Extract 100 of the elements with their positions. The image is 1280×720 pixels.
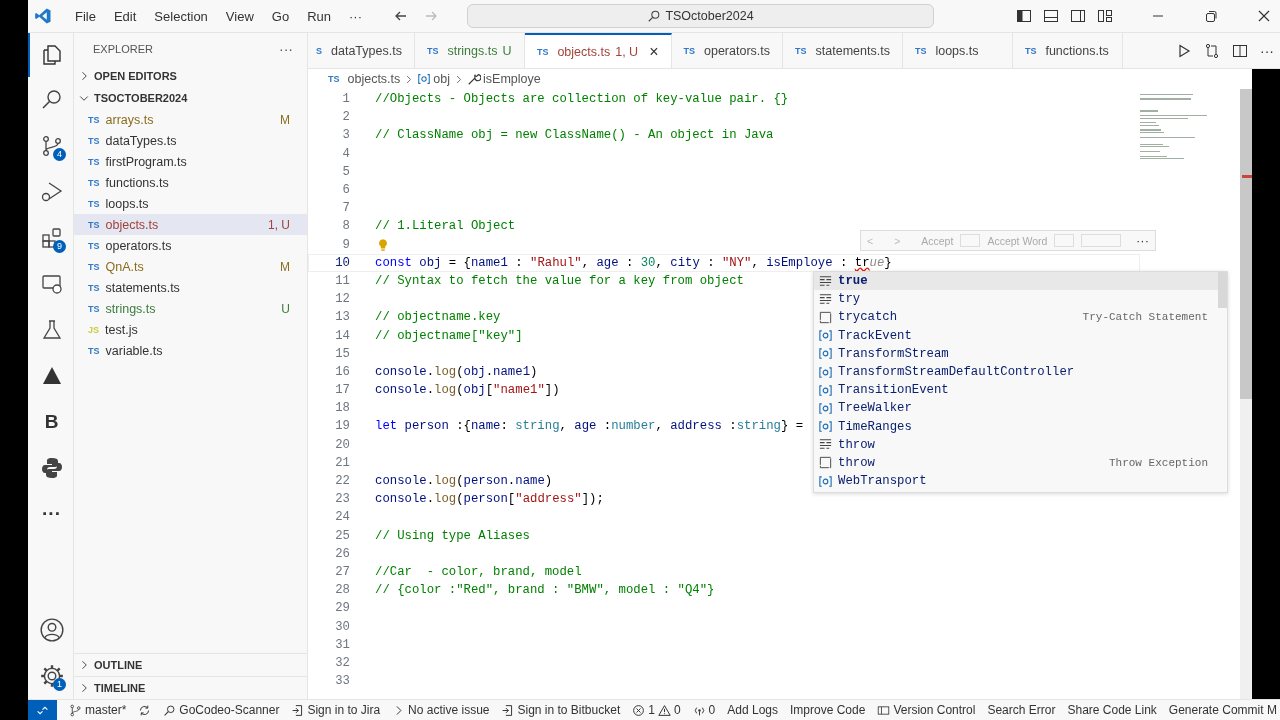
line-number: 22 <box>334 474 350 489</box>
breadcrumb-item[interactable]: TS objects.ts <box>328 72 401 86</box>
more-icon[interactable]: ··· <box>42 503 61 525</box>
section-header[interactable]: TSOCTOBER2024 <box>74 87 307 109</box>
scrollbar[interactable] <box>1240 89 1252 699</box>
editor-tab[interactable]: TS functions.ts <box>1012 33 1123 68</box>
status-item[interactable]: master* <box>63 703 133 717</box>
line-number: 33 <box>334 674 350 689</box>
editor-tab[interactable]: S dataTypes.ts <box>308 33 415 68</box>
variable-icon <box>818 473 833 489</box>
sync-icon[interactable] <box>138 703 152 717</box>
bitbucket-letter-icon[interactable]: B <box>44 411 59 433</box>
editor-tab[interactable]: TS loops.ts <box>902 33 1013 68</box>
status-item[interactable]: Sign in to Jira <box>285 703 387 717</box>
line-number: 6 <box>341 183 350 198</box>
command-search-field[interactable]: TSOctober2024 <box>467 4 934 28</box>
status-item[interactable]: GoCodeo-Scanner <box>157 703 286 717</box>
remote-button[interactable] <box>28 700 57 720</box>
menu-item[interactable]: Selection <box>145 8 217 24</box>
editor-tab[interactable]: TS objects.ts 1, U × <box>524 33 672 68</box>
settings-icon[interactable] <box>38 663 65 689</box>
search-icon <box>647 9 662 23</box>
layout-grid-icon[interactable] <box>1097 8 1113 24</box>
suggestion-item[interactable]: TransitionEvent <box>814 381 1218 400</box>
remote-explorer-icon[interactable] <box>39 272 64 296</box>
suggestion-item[interactable]: TrackEvent <box>814 326 1218 345</box>
restore-icon[interactable] <box>1203 8 1219 24</box>
more-actions-button[interactable]: ··· <box>1260 42 1274 59</box>
run-icon[interactable] <box>1176 42 1192 59</box>
explorer-entry[interactable]: TS loops.ts <box>74 193 307 214</box>
menu-item[interactable]: View <box>216 8 263 24</box>
scrollbar-thumb[interactable] <box>1218 272 1227 308</box>
account-icon[interactable] <box>38 617 65 643</box>
explorer-entry[interactable]: TS QnA.ts M <box>74 256 307 277</box>
explorer-entry[interactable]: TS strings.ts U <box>74 298 307 319</box>
status-item[interactable]: Sign in to Bitbucket <box>495 703 627 717</box>
explorer-entry[interactable]: TS dataTypes.ts <box>74 130 307 151</box>
line-number: 31 <box>334 637 350 652</box>
panel-toggle-icon[interactable] <box>1043 8 1059 24</box>
explorer-entry[interactable]: TS functions.ts <box>74 172 307 193</box>
suggestion-item[interactable]: try <box>814 290 1218 309</box>
menu-item[interactable]: Edit <box>104 8 146 24</box>
suggestion-item[interactable]: TransformStreamDefaultController <box>814 362 1218 382</box>
status-item[interactable]: Improve Code <box>784 703 872 717</box>
compare-changes-icon[interactable] <box>1204 42 1220 59</box>
snippet-icon <box>818 455 833 471</box>
status-item[interactable]: Version Control <box>871 703 982 717</box>
variable-icon <box>818 382 833 398</box>
explorer-entry[interactable]: TS statements.ts <box>74 277 307 298</box>
editor-tab[interactable]: TS statements.ts <box>783 33 903 68</box>
explorer-entry[interactable]: TS operators.ts <box>74 235 307 256</box>
breadcrumb-item[interactable]: obj <box>417 72 450 86</box>
suggestion-item[interactable]: TransformStream <box>814 344 1218 363</box>
suggestion-item[interactable]: throw <box>814 435 1218 454</box>
editor-tab[interactable]: TS strings.ts U <box>414 33 525 68</box>
menu-item[interactable]: File <box>66 8 105 24</box>
breadcrumb-item[interactable]: isEmploye <box>467 72 541 86</box>
status-item[interactable]: Add Logs <box>721 703 784 717</box>
close-icon[interactable] <box>1256 8 1272 24</box>
variable-icon <box>417 72 432 86</box>
problems-status[interactable]: 1 0 <box>626 703 687 717</box>
line-number: 4 <box>341 146 350 161</box>
explorer-entry[interactable]: TS firstProgram.ts <box>74 151 307 172</box>
menu-item[interactable]: Run <box>298 8 340 24</box>
explorer-entry[interactable]: JS test.js <box>74 319 307 340</box>
suggestion-item[interactable]: TimeRanges <box>814 417 1218 436</box>
suggestion-item[interactable]: true <box>814 272 1218 291</box>
status-item[interactable]: 0 <box>686 703 722 717</box>
explorer-entry[interactable]: TS arrays.ts M <box>74 109 307 130</box>
status-item[interactable]: Generate Commit M <box>1162 703 1280 717</box>
suggestion-item[interactable]: throw Throw Exception <box>814 453 1218 473</box>
keyword-icon <box>818 291 833 307</box>
menu-item[interactable]: Go <box>262 8 299 24</box>
run-debug-icon[interactable] <box>39 180 64 204</box>
more-actions-button[interactable]: ··· <box>279 41 293 57</box>
line-number: 15 <box>334 346 350 361</box>
line-number: 5 <box>341 164 350 179</box>
section-header[interactable]: OPEN EDITORS <box>74 65 307 87</box>
section-header[interactable]: OUTLINE <box>74 653 307 676</box>
sidebar-toggle-icon[interactable] <box>1016 8 1032 24</box>
code-line: //Car - color, brand, model <box>375 564 582 579</box>
extensions-icon[interactable] <box>39 226 64 250</box>
split-editor-icon[interactable] <box>1232 42 1248 59</box>
status-item[interactable]: Search Error <box>981 703 1062 717</box>
explorer-entry[interactable]: TS objects.ts 1, U <box>74 214 307 235</box>
menu-item[interactable]: ··· <box>340 8 371 24</box>
editor-tab[interactable]: TS operators.ts <box>671 33 784 68</box>
python-icon[interactable] <box>39 456 64 480</box>
code-line: // 1.Literal Object <box>375 219 516 234</box>
suggestion-item[interactable]: WebTransport <box>814 472 1218 491</box>
status-item[interactable]: No active issue <box>386 703 496 717</box>
suggestion-item[interactable]: trycatch Try-Catch Statement <box>814 308 1218 327</box>
more-actions-button[interactable]: ··· <box>1136 233 1149 248</box>
explorer-entry[interactable]: TS variable.ts <box>74 340 307 361</box>
line-number: 28 <box>334 583 350 598</box>
suggestion-item[interactable]: TreeWalker <box>814 399 1218 418</box>
line-number: 12 <box>334 292 350 307</box>
split-layout-icon[interactable] <box>1070 8 1086 24</box>
status-item[interactable]: Share Code Link <box>1061 703 1163 717</box>
line-number: 11 <box>334 273 350 288</box>
